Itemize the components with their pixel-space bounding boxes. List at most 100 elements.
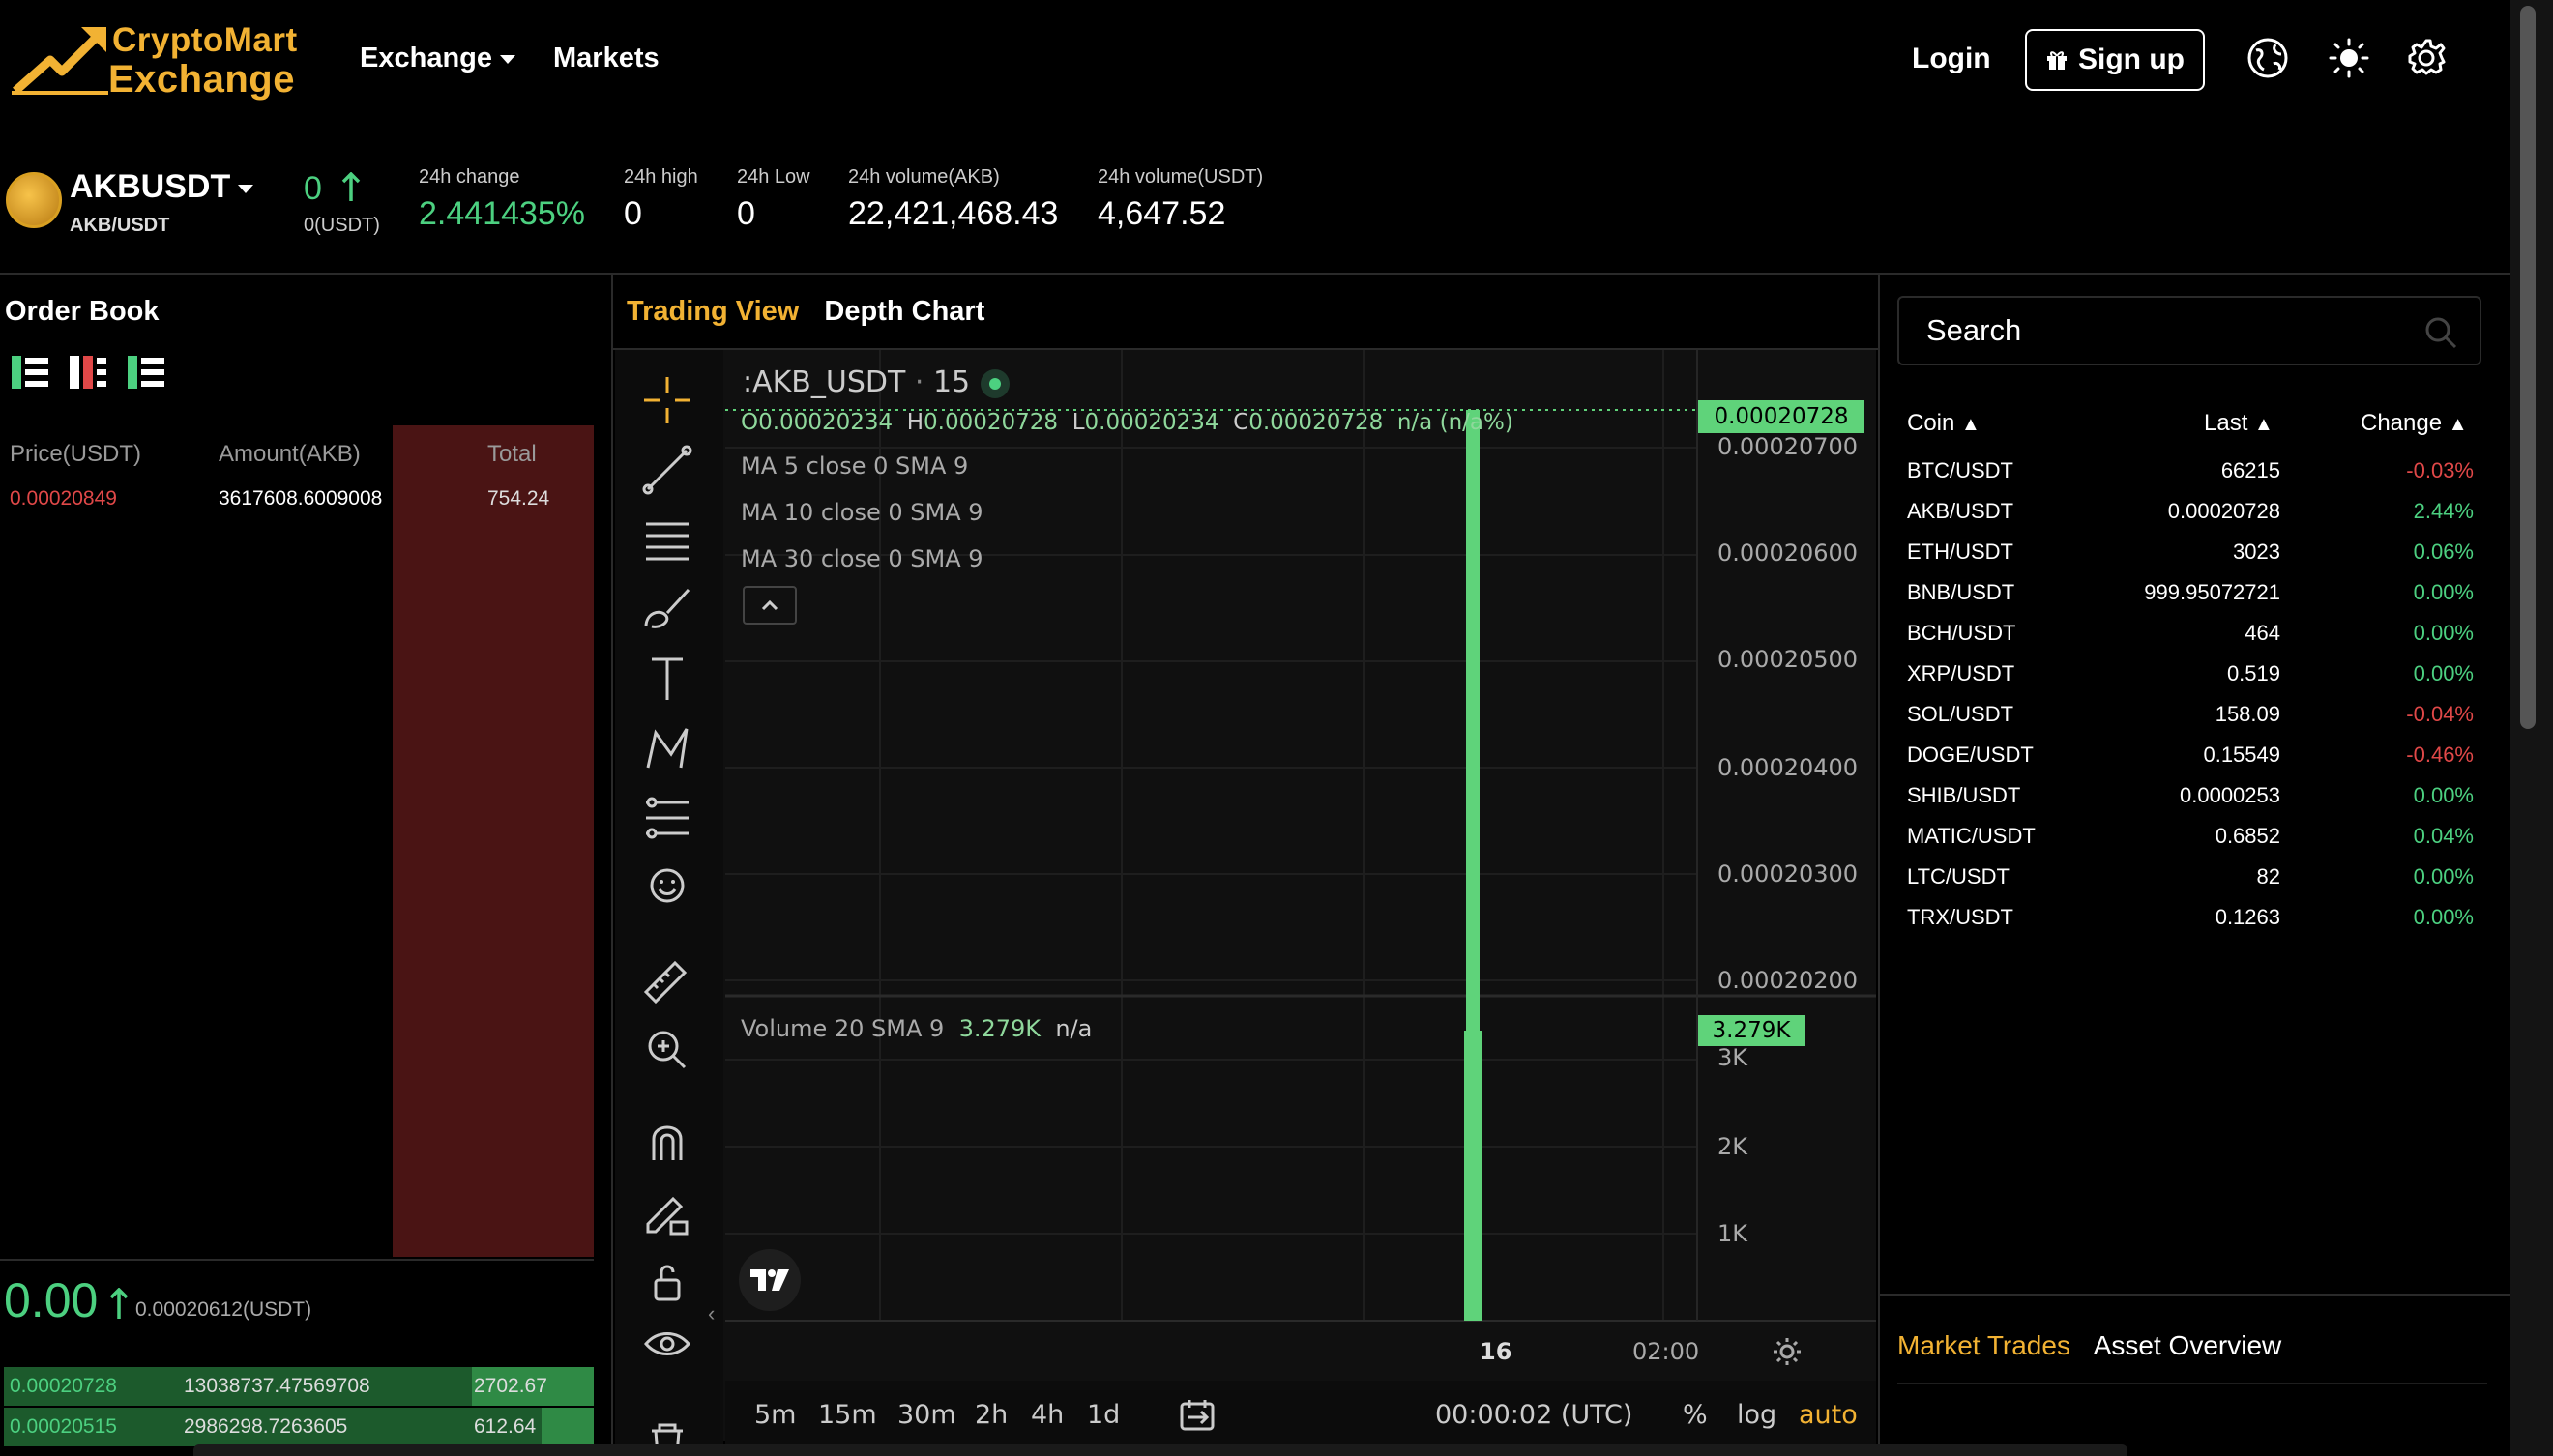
market-header-coin[interactable]: Coin ▲ xyxy=(1907,410,1981,437)
collapse-toolbar-icon[interactable]: ‹ xyxy=(708,1301,715,1326)
search-icon[interactable] xyxy=(2421,313,2460,352)
magnet-icon[interactable] xyxy=(638,1114,696,1172)
vol-tick: 3K xyxy=(1717,1044,1748,1071)
sort-up-icon: ▲ xyxy=(1961,414,1981,435)
timeframe-1d[interactable]: 1d xyxy=(1087,1400,1120,1430)
orderbook-bids-view-icon[interactable] xyxy=(128,356,164,389)
divider xyxy=(1878,275,1880,1456)
timeframe-4h[interactable]: 4h xyxy=(1031,1400,1064,1430)
chevron-down-icon xyxy=(238,184,254,193)
ask-row[interactable]: 0.00020849 3617608.6009008 754.24 xyxy=(0,487,594,516)
tab-asset-overview[interactable]: Asset Overview xyxy=(2094,1330,2282,1360)
nav-markets-link[interactable]: Markets xyxy=(553,43,660,74)
page-scrollbar-thumb[interactable] xyxy=(2520,6,2536,729)
timeframe-15m[interactable]: 15m xyxy=(818,1400,877,1430)
timeframe-5m[interactable]: 5m xyxy=(754,1400,796,1430)
brand-name-line1[interactable]: CryptoMart xyxy=(112,21,298,60)
bid-row[interactable]: 0.00020515 2986298.7263605 612.64 xyxy=(4,1408,594,1446)
signup-button[interactable]: Sign up xyxy=(2025,29,2205,91)
ohlc-values: O0.00020234 H0.00020728 L0.00020234 C0.0… xyxy=(741,410,1513,435)
orderbook-view-toggle xyxy=(12,356,164,389)
volume-indicator[interactable]: Volume 20 SMA 9 3.279K n/a xyxy=(741,1015,1092,1042)
login-button[interactable]: Login xyxy=(1912,43,1991,75)
tradingview-logo-icon[interactable] xyxy=(739,1249,801,1311)
zoom-in-icon[interactable] xyxy=(638,1021,696,1079)
brush-icon[interactable] xyxy=(638,580,696,638)
ohlc-change: n/a (n/a%) xyxy=(1396,410,1513,435)
ruler-icon[interactable] xyxy=(638,949,696,1007)
market-row[interactable]: BTC/USDT 66215 -0.03% xyxy=(1897,456,2481,487)
ma-5-indicator[interactable]: MA 5 close 0 SMA 9 xyxy=(741,452,968,480)
pattern-icon[interactable] xyxy=(638,719,696,777)
market-header-coin-label: Coin xyxy=(1907,410,1955,436)
market-search[interactable] xyxy=(1897,296,2481,365)
nav-exchange-menu[interactable]: Exchange xyxy=(360,43,515,74)
chart-clock[interactable]: 00:00:02 (UTC) xyxy=(1435,1400,1632,1430)
scale-auto[interactable]: auto xyxy=(1799,1400,1858,1430)
market-coin: AKB/USDT xyxy=(1907,499,2014,523)
trend-line-icon[interactable] xyxy=(638,441,696,499)
market-last: 0.15549 xyxy=(2203,743,2280,767)
orderbook-asks-view-icon[interactable] xyxy=(70,356,106,389)
emoji-icon[interactable] xyxy=(638,857,696,915)
axis-settings-icon[interactable] xyxy=(1770,1334,1805,1369)
brand-name-line2[interactable]: Exchange xyxy=(108,58,295,102)
market-row[interactable]: XRP/USDT 0.519 0.00% xyxy=(1897,659,2481,690)
lock-drawing-icon[interactable] xyxy=(638,1183,696,1241)
gear-icon[interactable] xyxy=(2405,37,2448,79)
market-row[interactable]: DOGE/USDT 0.15549 -0.46% xyxy=(1897,741,2481,772)
orderbook-both-view-icon[interactable] xyxy=(12,356,48,389)
globe-icon[interactable] xyxy=(2246,37,2289,79)
market-row[interactable]: MATIC/USDT 0.6852 0.04% xyxy=(1897,822,2481,853)
date-range-icon[interactable] xyxy=(1178,1398,1217,1433)
timeframe-2h[interactable]: 2h xyxy=(975,1400,1008,1430)
stat-24h-change-value: 2.441435% xyxy=(419,195,586,232)
crosshair-icon[interactable] xyxy=(638,371,696,429)
market-row[interactable]: SOL/USDT 158.09 -0.04% xyxy=(1897,700,2481,731)
page-scrollbar-track[interactable] xyxy=(2510,0,2553,1456)
scale-log[interactable]: log xyxy=(1737,1400,1776,1430)
market-row[interactable]: LTC/USDT 82 0.00% xyxy=(1897,862,2481,893)
market-status-icon[interactable] xyxy=(981,369,1010,398)
volume-label: Volume 20 SMA 9 xyxy=(741,1015,945,1042)
unlock-icon[interactable] xyxy=(638,1253,696,1311)
ma-10-indicator[interactable]: MA 10 close 0 SMA 9 xyxy=(741,499,983,526)
divider xyxy=(1897,1383,2487,1384)
chart-symbol-name: :AKB_USDT xyxy=(743,365,906,399)
prediction-icon[interactable] xyxy=(638,789,696,847)
market-row[interactable]: TRX/USDT 0.1263 0.00% xyxy=(1897,903,2481,934)
sun-theme-icon[interactable] xyxy=(2328,37,2370,79)
tab-depth-chart[interactable]: Depth Chart xyxy=(824,296,984,327)
tab-trading-view[interactable]: Trading View xyxy=(627,296,799,327)
market-last: 0.1263 xyxy=(2215,905,2280,929)
scale-percent[interactable]: % xyxy=(1683,1400,1708,1430)
market-row[interactable]: BCH/USDT 464 0.00% xyxy=(1897,619,2481,650)
last-price-tag: 0.00020728 xyxy=(1698,400,1864,433)
market-header-last[interactable]: Last ▲ xyxy=(2204,410,2274,437)
market-change: 0.04% xyxy=(2413,824,2474,848)
ma-30-indicator[interactable]: MA 30 close 0 SMA 9 xyxy=(741,545,983,572)
market-change: 0.00% xyxy=(2413,864,2474,888)
x-tick: 16 xyxy=(1480,1338,1512,1365)
ask-depth-bar xyxy=(393,425,594,1257)
market-row[interactable]: AKB/USDT 0.00020728 2.44% xyxy=(1897,497,2481,528)
market-header-change[interactable]: Change ▲ xyxy=(2361,410,2468,437)
eye-visibility-icon[interactable] xyxy=(638,1321,696,1379)
bid-row[interactable]: 0.00020728 13038737.47569708 2702.67 xyxy=(4,1367,594,1406)
market-search-input[interactable] xyxy=(1926,311,2391,350)
market-coin: SHIB/USDT xyxy=(1907,783,2021,807)
tab-market-trades[interactable]: Market Trades xyxy=(1897,1330,2070,1360)
fib-lines-icon[interactable] xyxy=(638,510,696,568)
timeframe-30m[interactable]: 30m xyxy=(897,1400,956,1430)
gift-icon xyxy=(2047,51,2067,70)
top-header: CryptoMart Exchange Exchange Markets Log… xyxy=(0,0,2514,122)
market-row[interactable]: SHIB/USDT 0.0000253 0.00% xyxy=(1897,781,2481,812)
text-tool-icon[interactable] xyxy=(638,650,696,708)
bid-price: 0.00020728 xyxy=(10,1375,117,1397)
sort-up-icon: ▲ xyxy=(2254,414,2274,435)
market-row[interactable]: ETH/USDT 3023 0.06% xyxy=(1897,538,2481,568)
market-row[interactable]: BNB/USDT 999.95072721 0.00% xyxy=(1897,578,2481,609)
brand-logo-icon[interactable] xyxy=(12,21,112,95)
collapse-legend-button[interactable] xyxy=(743,586,797,625)
pair-selector[interactable]: AKBUSDT xyxy=(70,168,254,206)
